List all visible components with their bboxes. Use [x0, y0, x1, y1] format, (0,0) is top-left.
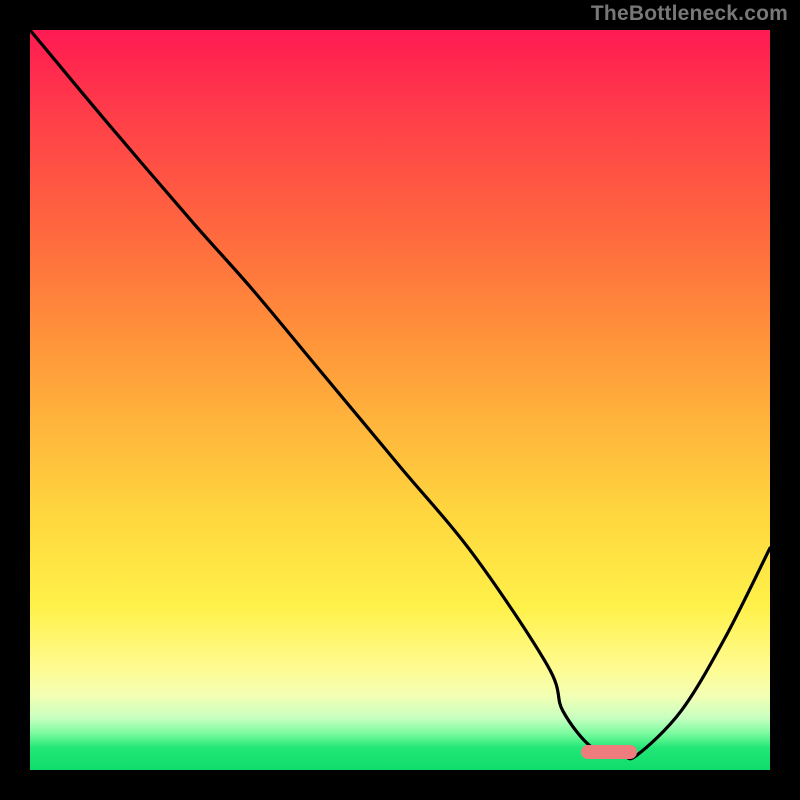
plot-area	[30, 30, 770, 770]
watermark-text: TheBottleneck.com	[591, 2, 788, 26]
bottleneck-curve	[30, 30, 770, 759]
chart-container: TheBottleneck.com	[0, 0, 800, 800]
optimal-marker	[581, 745, 637, 759]
bottleneck-curve-svg	[30, 30, 770, 770]
